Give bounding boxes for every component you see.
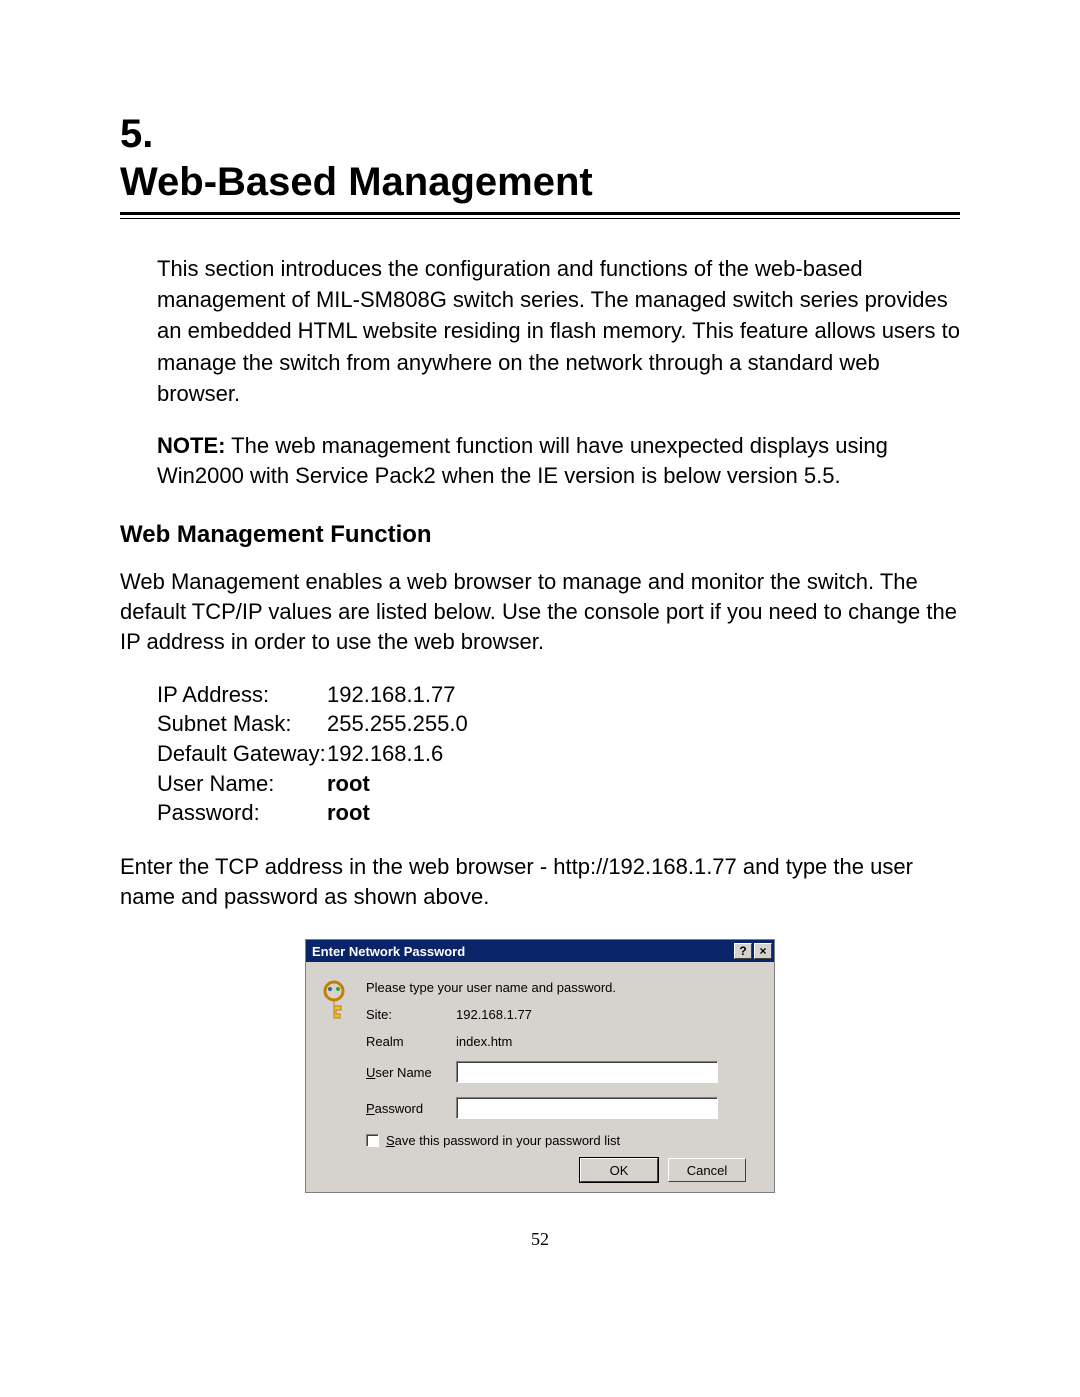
site-label: Site:: [366, 1007, 456, 1022]
ok-button[interactable]: OK: [580, 1158, 658, 1182]
password-dialog: Enter Network Password ? × Please type y…: [305, 939, 775, 1193]
help-icon: ?: [739, 945, 746, 957]
kv-row-password: Password: root: [157, 798, 960, 828]
password-row: Password: [366, 1097, 760, 1119]
dialog-icon-column: [320, 980, 366, 1182]
kv-key: Password:: [157, 798, 327, 828]
dialog-prompt-text: Please type your user name and password.: [366, 980, 616, 995]
dialog-title-text: Enter Network Password: [312, 944, 732, 959]
save-password-checkbox[interactable]: [366, 1134, 379, 1147]
dialog-button-row: OK Cancel: [366, 1158, 760, 1182]
note-paragraph: NOTE: The web management function will h…: [157, 431, 950, 490]
close-icon: ×: [759, 945, 766, 957]
kv-row-ip: IP Address: 192.168.1.77: [157, 680, 960, 710]
dialog-titlebar: Enter Network Password ? ×: [306, 940, 774, 962]
document-page: 5. Web-Based Management This section int…: [0, 0, 1080, 1310]
instruction-paragraph: Enter the TCP address in the web browser…: [120, 852, 960, 911]
page-number: 52: [120, 1229, 960, 1250]
site-row: Site: 192.168.1.77: [366, 1007, 760, 1022]
chapter-title: Web-Based Management: [120, 158, 960, 206]
kv-key: Subnet Mask:: [157, 709, 327, 739]
help-button[interactable]: ?: [734, 943, 752, 959]
realm-value: index.htm: [456, 1034, 512, 1049]
kv-val: 192.168.1.6: [327, 739, 443, 769]
chapter-number: 5.: [120, 110, 960, 158]
dialog-form: Please type your user name and password.…: [366, 980, 760, 1182]
password-label: Password: [366, 1101, 456, 1116]
kv-row-username: User Name: root: [157, 769, 960, 799]
section-title: Web Management Function: [120, 521, 960, 549]
dialog-prompt: Please type your user name and password.: [366, 980, 760, 995]
password-input[interactable]: [456, 1097, 718, 1119]
realm-row: Realm index.htm: [366, 1034, 760, 1049]
kv-key: Default Gateway:: [157, 739, 327, 769]
kv-row-mask: Subnet Mask: 255.255.255.0: [157, 709, 960, 739]
save-password-row: Save this password in your password list: [366, 1133, 760, 1148]
kv-row-gateway: Default Gateway: 192.168.1.6: [157, 739, 960, 769]
kv-key: User Name:: [157, 769, 327, 799]
note-text: The web management function will have un…: [157, 433, 888, 488]
save-password-label: Save this password in your password list: [386, 1133, 620, 1148]
kv-val: 192.168.1.77: [327, 680, 455, 710]
site-value: 192.168.1.77: [456, 1007, 532, 1022]
close-button[interactable]: ×: [754, 943, 772, 959]
cancel-button[interactable]: Cancel: [668, 1158, 746, 1182]
intro-paragraph: This section introduces the configuratio…: [157, 253, 960, 409]
kv-key: IP Address:: [157, 680, 327, 710]
section-paragraph: Web Management enables a web browser to …: [120, 567, 960, 658]
username-row: User Name: [366, 1061, 760, 1083]
kv-val: 255.255.255.0: [327, 709, 468, 739]
kv-val: root: [327, 798, 370, 828]
realm-label: Realm: [366, 1034, 456, 1049]
username-input[interactable]: [456, 1061, 718, 1083]
heading-rule: [120, 212, 960, 219]
kv-val: root: [327, 769, 370, 799]
note-label: NOTE:: [157, 433, 225, 458]
dialog-body: Please type your user name and password.…: [306, 962, 774, 1192]
default-values-block: IP Address: 192.168.1.77 Subnet Mask: 25…: [157, 680, 960, 828]
username-label: User Name: [366, 1065, 456, 1080]
key-icon: [320, 980, 354, 1020]
